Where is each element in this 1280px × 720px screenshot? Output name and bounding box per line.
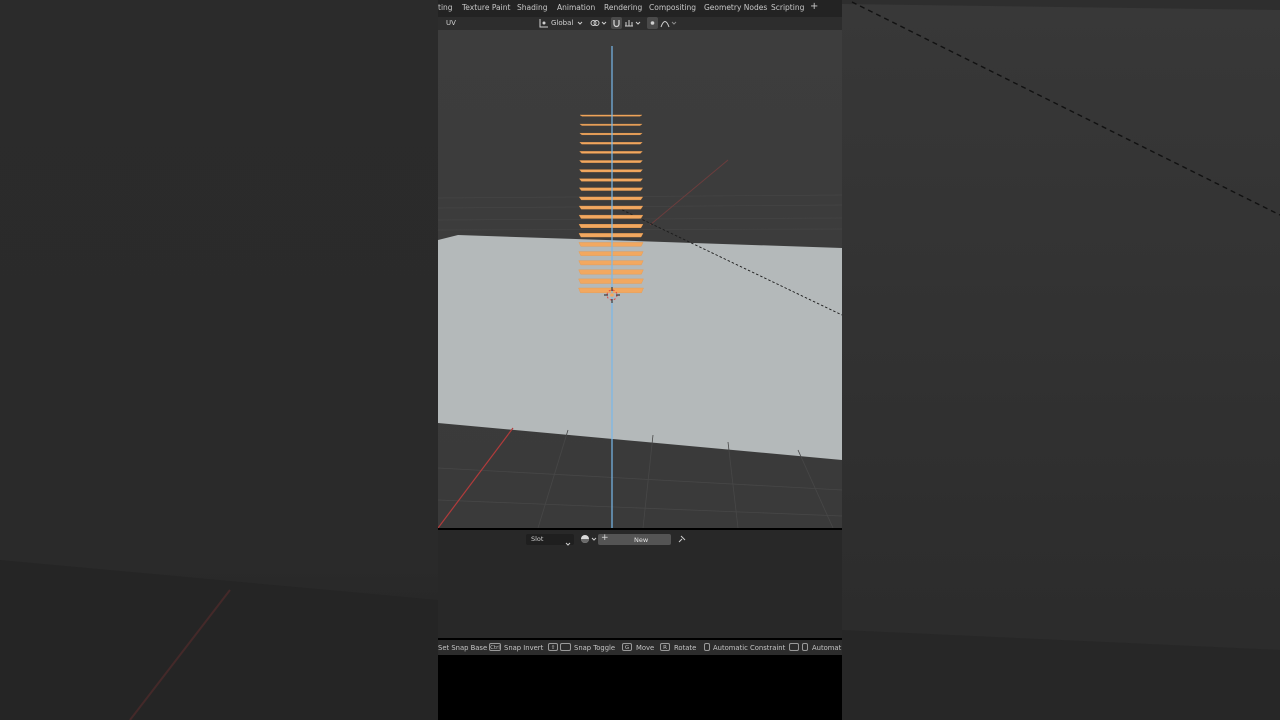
status-automatic-constraint: Automatic Constraint bbox=[713, 644, 786, 652]
pin-icon[interactable] bbox=[677, 534, 687, 547]
selected-plane[interactable] bbox=[579, 123, 643, 126]
viewport-header: UV Global bbox=[438, 17, 842, 30]
workspace-tab-bar: ting Texture Paint Shading Animation Ren… bbox=[438, 0, 842, 17]
status-move: Move bbox=[636, 644, 655, 652]
status-automatic-partial: Automat bbox=[812, 644, 842, 652]
status-bar: Set Snap Base Ctrl Snap Invert ⇧ Snap To… bbox=[438, 640, 842, 655]
add-workspace-button[interactable]: + bbox=[810, 1, 818, 12]
selected-plane[interactable] bbox=[578, 278, 644, 284]
selected-plane[interactable] bbox=[578, 205, 644, 210]
selected-plane[interactable] bbox=[579, 160, 643, 163]
status-snap-toggle: Snap Toggle bbox=[574, 644, 616, 652]
tab-key-icon bbox=[560, 643, 571, 651]
sphere-icon[interactable] bbox=[580, 534, 590, 547]
viewport-scene bbox=[438, 30, 842, 528]
origin-point bbox=[610, 293, 614, 297]
background-left-blur bbox=[0, 0, 438, 720]
background-right-blur bbox=[842, 0, 1280, 720]
selected-plane[interactable] bbox=[578, 260, 644, 266]
background-right-art bbox=[842, 0, 1280, 720]
selected-plane[interactable] bbox=[578, 269, 644, 275]
selected-plane[interactable] bbox=[579, 142, 643, 145]
orientation-dropdown[interactable]: Global bbox=[551, 19, 573, 27]
proportional-edit-icon[interactable] bbox=[647, 17, 658, 29]
shift-key-icon: ⇧ bbox=[548, 643, 558, 651]
chevron-down-icon bbox=[565, 534, 571, 553]
tab-compositing[interactable]: Compositing bbox=[649, 3, 696, 12]
r-key-icon: R bbox=[660, 643, 670, 651]
selected-plane[interactable] bbox=[578, 251, 644, 256]
ground-plane[interactable] bbox=[438, 235, 842, 460]
tab-scripting[interactable]: Scripting bbox=[771, 3, 804, 12]
tab-shading[interactable]: Shading bbox=[517, 3, 547, 12]
background-left-art bbox=[0, 560, 438, 720]
selected-plane[interactable] bbox=[578, 214, 644, 219]
mouse-middle-icon bbox=[704, 643, 710, 651]
uv-menu[interactable]: UV bbox=[446, 19, 456, 27]
chevron-down-icon bbox=[591, 534, 597, 547]
tab-modeling-partial[interactable]: ting bbox=[438, 3, 453, 12]
selected-plane[interactable] bbox=[578, 233, 644, 238]
tab-texture-paint[interactable]: Texture Paint bbox=[462, 3, 510, 12]
magnet-icon[interactable] bbox=[611, 17, 622, 29]
selected-plane[interactable] bbox=[579, 178, 643, 182]
selected-plane[interactable] bbox=[579, 169, 643, 173]
tab-rendering[interactable]: Rendering bbox=[604, 3, 642, 12]
selected-plane[interactable] bbox=[579, 114, 643, 117]
plus-icon: + bbox=[601, 533, 609, 543]
3d-viewport[interactable] bbox=[438, 30, 842, 528]
tab-geometry-nodes[interactable]: Geometry Nodes bbox=[704, 3, 767, 12]
selected-plane[interactable] bbox=[578, 242, 644, 247]
status-snap-invert: Snap Invert bbox=[504, 644, 544, 652]
status-rotate: Rotate bbox=[674, 644, 697, 652]
selected-plane[interactable] bbox=[579, 133, 643, 135]
blender-window: ting Texture Paint Shading Animation Ren… bbox=[438, 0, 842, 720]
ctrl-key-icon: Ctrl bbox=[489, 643, 501, 651]
g-key-icon: G bbox=[622, 643, 632, 651]
selected-plane[interactable] bbox=[578, 196, 644, 201]
status-set-snap-base: Set Snap Base bbox=[438, 644, 488, 652]
tab-animation[interactable]: Animation bbox=[557, 3, 595, 12]
slot-dropdown[interactable]: Slot bbox=[526, 534, 574, 546]
mouse-middle-icon bbox=[802, 643, 808, 651]
slot-label: Slot bbox=[531, 535, 544, 543]
selected-plane[interactable] bbox=[579, 151, 643, 154]
selected-plane[interactable] bbox=[578, 187, 644, 191]
selected-plane[interactable] bbox=[578, 224, 644, 228]
new-label: New bbox=[634, 536, 649, 544]
shift-key-icon bbox=[789, 643, 799, 651]
new-material-button[interactable]: + New bbox=[598, 533, 671, 545]
material-panel: Slot + New bbox=[438, 530, 842, 638]
